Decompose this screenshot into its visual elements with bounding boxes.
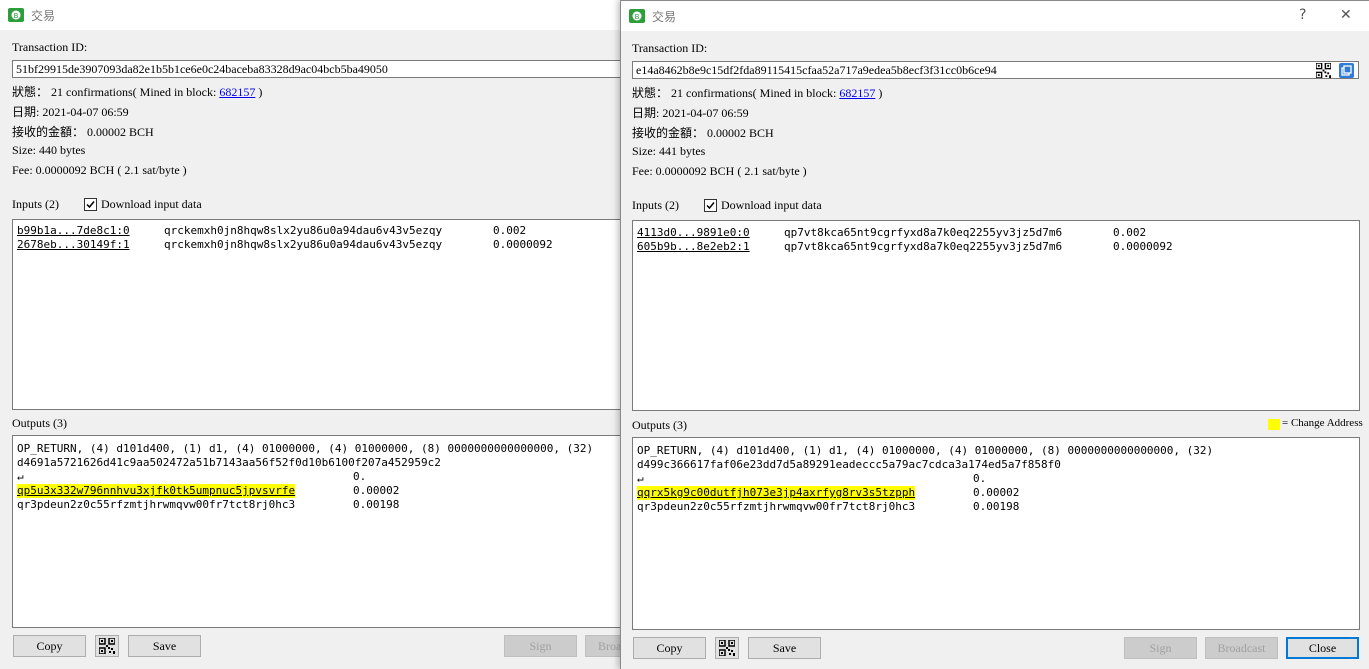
output-amount: 0.00198 [353, 498, 400, 511]
input-outpoint-link[interactable]: b99b1a...7de8c1:0 [17, 224, 130, 238]
op-return-line: ↵ [17, 470, 24, 483]
input-amount: 0.0000092 [493, 238, 553, 251]
copy-button[interactable]: Copy [633, 637, 706, 659]
status-suffix: ) [875, 86, 883, 100]
input-outpoint-link[interactable]: 605b9b...8e2eb2:1 [637, 240, 750, 254]
op-return-line: d499c366617faf06e23dd7d5a89291eadeccc5a7… [637, 458, 1061, 471]
inputs-list[interactable]: 4113d0...9891e0:0 qp7vt8kca65nt9cgrfyxd8… [632, 220, 1360, 411]
transaction-window-1: B 交易 Transaction ID: 51bf29915de3907093d… [0, 0, 640, 669]
txid-label: Transaction ID: [632, 41, 708, 55]
txid-label: Transaction ID: [12, 40, 88, 54]
block-link[interactable]: 682157 [839, 86, 875, 100]
outputs-list[interactable]: OP_RETURN, (4) d101d400, (1) d1, (4) 010… [12, 435, 640, 628]
inputs-label: Inputs (2) [632, 198, 679, 212]
sign-button[interactable]: Sign [504, 635, 577, 657]
block-link[interactable]: 682157 [219, 85, 255, 99]
checkmark-icon [706, 202, 715, 210]
save-button[interactable]: Save [128, 635, 201, 657]
size-label: Size: 440 bytes [12, 143, 86, 157]
date-label: 日期: 2021-04-07 06:59 [632, 106, 749, 120]
date-label: 日期: 2021-04-07 06:59 [12, 105, 129, 119]
status-text: 狀態： 21 confirmations( Mined in block: [12, 85, 220, 99]
help-button[interactable]: ? [1299, 7, 1306, 23]
change-address-link[interactable]: qp5u3x332w796nnhvu3xjfk0tk5umpnuc5jpvsvr… [17, 484, 296, 498]
output-address: qr3pdeun2z0c55rfzmtjhrwmqvw00fr7tct8rj0h… [17, 498, 296, 511]
op-return-line: ↵ [637, 472, 644, 485]
input-outpoint-link[interactable]: 2678eb...30149f:1 [17, 238, 130, 252]
txid-field[interactable]: e14a8462b8e9c15df2fda89115415cfaa52a717a… [632, 61, 1359, 79]
input-address: qrckemxh0jn8hqw8slx2yu86u0a94dau6v43v5ez… [164, 238, 443, 251]
op-return-line: OP_RETURN, (4) d101d400, (1) d1, (4) 010… [17, 442, 594, 455]
output-amount: 0.00198 [973, 500, 1020, 513]
status-line: 狀態： 21 confirmations( Mined in block: 68… [12, 83, 262, 100]
input-amount: 0.002 [1113, 226, 1147, 239]
sign-button[interactable]: Sign [1124, 637, 1197, 659]
download-input-checkbox[interactable] [704, 199, 717, 212]
app-logo-icon: B [629, 9, 645, 23]
qr-code-button[interactable] [95, 635, 119, 657]
input-address: qrckemxh0jn8hqw8slx2yu86u0a94dau6v43v5ez… [164, 224, 443, 237]
download-input-label: Download input data [101, 197, 202, 211]
op-return-amount: 0. [973, 472, 987, 485]
copy-icon[interactable] [1339, 63, 1354, 78]
input-address: qp7vt8kca65nt9cgrfyxd8a7k0eq2255yv3jz5d7… [784, 240, 1063, 253]
amount-label: 接收的金額： 0.00002 BCH [12, 125, 154, 139]
input-address: qp7vt8kca65nt9cgrfyxd8a7k0eq2255yv3jz5d7… [784, 226, 1063, 239]
output-address: qr3pdeun2z0c55rfzmtjhrwmqvw00fr7tct8rj0h… [637, 500, 916, 513]
download-input-checkbox[interactable] [84, 198, 97, 211]
qr-code-button[interactable] [715, 637, 739, 659]
window-title: 交易 [652, 10, 677, 24]
save-button[interactable]: Save [748, 637, 821, 659]
title-bar[interactable]: B 交易 [0, 0, 640, 30]
title-bar[interactable]: B 交易 ? ✕ [621, 1, 1369, 31]
fee-label: Fee: 0.0000092 BCH ( 2.1 sat/byte ) [12, 163, 187, 177]
input-amount: 0.002 [493, 224, 527, 237]
op-return-amount: 0. [353, 470, 367, 483]
op-return-line: OP_RETURN, (4) d101d400, (1) d1, (4) 010… [637, 444, 1214, 457]
input-outpoint-link[interactable]: 4113d0...9891e0:0 [637, 226, 750, 240]
qr-code-icon [719, 640, 735, 656]
change-address-legend: = Change Address [1282, 417, 1363, 429]
svg-text:B: B [14, 12, 19, 20]
transaction-window-2: B 交易 ? ✕ Transaction ID: e14a8462b8e9c15… [620, 0, 1369, 669]
status-line: 狀態： 21 confirmations( Mined in block: 68… [632, 84, 882, 101]
outputs-label: Outputs (3) [632, 418, 687, 432]
amount-label: 接收的金額： 0.00002 BCH [632, 126, 774, 140]
qr-code-icon[interactable] [1316, 63, 1331, 78]
broadcast-button[interactable]: Broadcast [1205, 637, 1278, 659]
checkmark-icon [86, 201, 95, 209]
download-input-label: Download input data [721, 198, 822, 212]
output-amount: 0.00002 [353, 484, 400, 497]
status-text: 狀態： 21 confirmations( Mined in block: [632, 86, 840, 100]
output-amount: 0.00002 [973, 486, 1020, 499]
outputs-list[interactable]: OP_RETURN, (4) d101d400, (1) d1, (4) 010… [632, 437, 1360, 630]
copy-button[interactable]: Copy [13, 635, 86, 657]
txid-text: e14a8462b8e9c15df2fda89115415cfaa52a717a… [636, 63, 997, 77]
input-amount: 0.0000092 [1113, 240, 1173, 253]
window-title: 交易 [31, 9, 56, 23]
close-button[interactable]: Close [1286, 637, 1359, 659]
qr-code-icon [99, 638, 115, 654]
change-address-swatch [1268, 419, 1280, 430]
op-return-line: d4691a5721626d41c9aa502472a51b7143aa56f5… [17, 456, 441, 469]
fee-label: Fee: 0.0000092 BCH ( 2.1 sat/byte ) [632, 164, 807, 178]
txid-field[interactable]: 51bf29915de3907093da82e1b5b1ce6e0c24bace… [12, 60, 640, 78]
status-suffix: ) [255, 85, 263, 99]
close-window-button[interactable]: ✕ [1340, 7, 1352, 23]
inputs-list[interactable]: b99b1a...7de8c1:0 qrckemxh0jn8hqw8slx2yu… [12, 219, 640, 410]
svg-text:B: B [635, 13, 640, 21]
size-label: Size: 441 bytes [632, 144, 706, 158]
change-address-link[interactable]: qqrx5kg9c00dutfjh073e3jp4axrfyg8rv3s5tzp… [637, 486, 916, 500]
app-logo-icon: B [8, 8, 24, 22]
outputs-label: Outputs (3) [12, 416, 67, 430]
inputs-label: Inputs (2) [12, 197, 59, 211]
